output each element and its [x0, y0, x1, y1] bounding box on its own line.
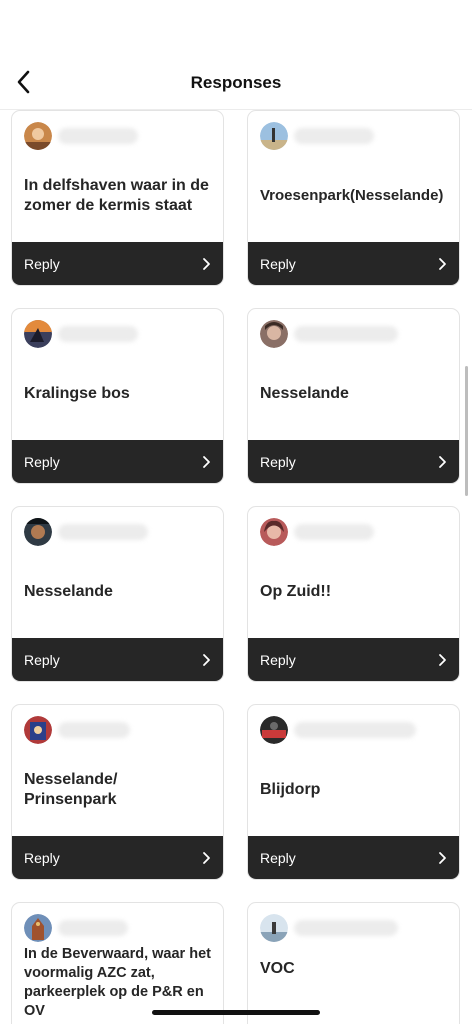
- chevron-right-icon: [438, 851, 447, 865]
- username-blurred: [294, 920, 398, 936]
- chevron-right-icon: [202, 455, 211, 469]
- username-blurred: [294, 128, 374, 144]
- avatar[interactable]: [24, 914, 52, 942]
- response-text: Blijdorp: [260, 781, 321, 798]
- avatar[interactable]: [24, 518, 52, 546]
- reply-button[interactable]: Reply: [12, 638, 223, 681]
- response-card[interactable]: Nesselande/ Prinsenpark Reply: [11, 704, 224, 880]
- response-text: Kralingse bos: [24, 385, 130, 402]
- username-blurred: [58, 326, 138, 342]
- avatar[interactable]: [24, 320, 52, 348]
- reply-label: Reply: [260, 849, 296, 866]
- avatar[interactable]: [24, 122, 52, 150]
- response-card[interactable]: Nesselande Reply: [11, 506, 224, 682]
- username-blurred: [294, 326, 398, 342]
- chevron-right-icon: [202, 257, 211, 271]
- responses-grid: In delfshaven waar in de zomer de kermis…: [0, 110, 472, 1024]
- home-indicator[interactable]: [152, 1010, 320, 1015]
- reply-label: Reply: [24, 849, 60, 866]
- chevron-right-icon: [438, 257, 447, 271]
- reply-button[interactable]: Reply: [248, 242, 459, 285]
- reply-button[interactable]: Reply: [248, 638, 459, 681]
- chevron-right-icon: [202, 851, 211, 865]
- reply-label: Reply: [24, 651, 60, 668]
- response-card[interactable]: Blijdorp Reply: [247, 704, 460, 880]
- chevron-right-icon: [202, 653, 211, 667]
- response-text: Op Zuid!!: [260, 583, 332, 600]
- username-blurred: [294, 722, 416, 738]
- reply-button[interactable]: Reply: [12, 836, 223, 879]
- username-blurred: [58, 128, 138, 144]
- reply-button[interactable]: Reply: [248, 836, 459, 879]
- response-card[interactable]: Vroesenpark(Nesselande) Reply: [247, 110, 460, 286]
- response-card[interactable]: In de Beverwaard, waar het voormalig AZC…: [11, 902, 224, 1024]
- response-card[interactable]: VOC: [247, 902, 460, 1024]
- response-text: Nesselande: [260, 385, 349, 402]
- avatar[interactable]: [24, 716, 52, 744]
- username-blurred: [58, 524, 148, 540]
- reply-label: Reply: [260, 651, 296, 668]
- username-blurred: [58, 722, 130, 738]
- avatar[interactable]: [260, 716, 288, 744]
- chevron-right-icon: [438, 653, 447, 667]
- username-blurred: [58, 920, 128, 936]
- response-card[interactable]: Op Zuid!! Reply: [247, 506, 460, 682]
- response-text: Vroesenpark(Nesselande): [260, 187, 444, 204]
- chevron-right-icon: [438, 455, 447, 469]
- avatar[interactable]: [260, 518, 288, 546]
- response-text: Nesselande: [24, 583, 113, 600]
- avatar[interactable]: [260, 122, 288, 150]
- reply-button[interactable]: Reply: [12, 440, 223, 483]
- username-blurred: [294, 524, 374, 540]
- scrollbar[interactable]: [465, 366, 468, 496]
- reply-label: Reply: [260, 453, 296, 470]
- reply-button[interactable]: Reply: [12, 242, 223, 285]
- avatar[interactable]: [260, 320, 288, 348]
- response-card[interactable]: In delfshaven waar in de zomer de kermis…: [11, 110, 224, 286]
- response-text: Nesselande/ Prinsenpark: [24, 771, 118, 808]
- reply-label: Reply: [24, 255, 60, 272]
- response-text: VOC: [260, 960, 295, 977]
- reply-label: Reply: [260, 255, 296, 272]
- reply-button[interactable]: Reply: [248, 440, 459, 483]
- response-text: In delfshaven waar in de zomer de kermis…: [24, 177, 209, 214]
- page-title: Responses: [190, 73, 282, 92]
- top-bar: Responses: [0, 56, 472, 110]
- reply-label: Reply: [24, 453, 60, 470]
- avatar[interactable]: [260, 914, 288, 942]
- response-card[interactable]: Kralingse bos Reply: [11, 308, 224, 484]
- response-card[interactable]: Nesselande Reply: [247, 308, 460, 484]
